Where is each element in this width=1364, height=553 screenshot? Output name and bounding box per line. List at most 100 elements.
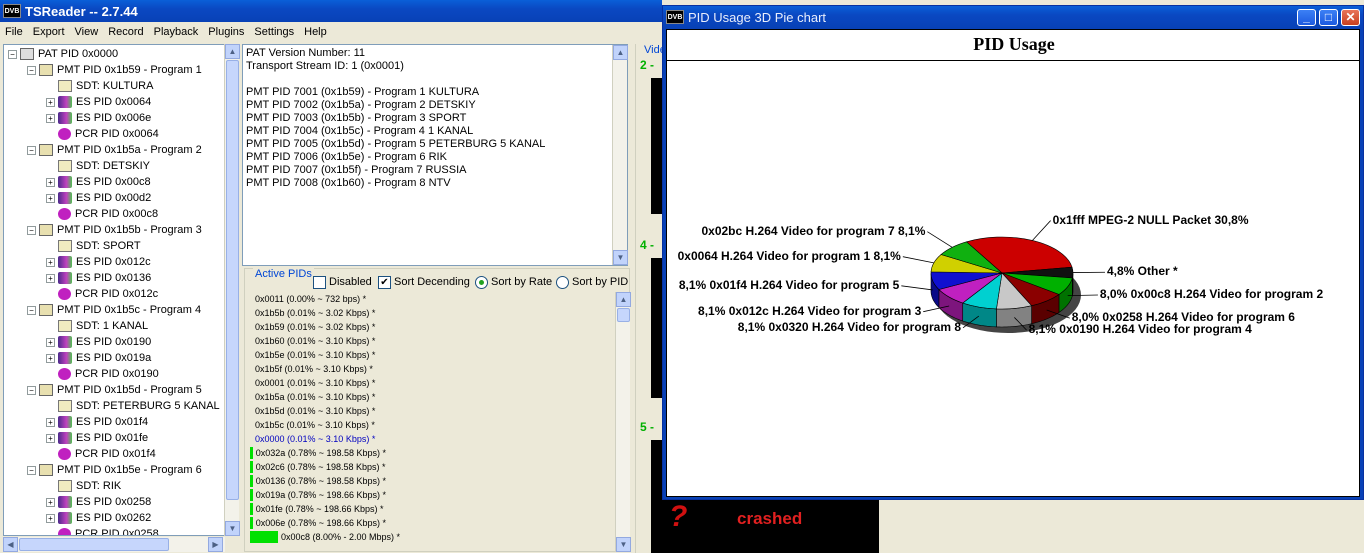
sort-by-pid-radio[interactable] [556, 275, 569, 289]
pid-row[interactable]: 0x1b5a (0.01% ~ 3.10 Kbps) * [250, 390, 375, 404]
menu-view[interactable]: View [70, 26, 104, 38]
collapse-icon[interactable]: − [27, 305, 36, 315]
expand-icon[interactable]: + [46, 353, 55, 363]
expand-icon[interactable]: + [46, 193, 55, 203]
tree-item[interactable]: + ES PID 0x01fe [46, 430, 148, 446]
menu-file[interactable]: File [0, 26, 28, 38]
pie-chart-window[interactable]: DVB PID Usage 3D Pie chart _ □ ✕ PID Usa… [662, 5, 1364, 500]
tree-item[interactable]: − PAT PID 0x0000 [8, 46, 118, 62]
pid-row[interactable]: 0x019a (0.78% ~ 198.66 Kbps) * [250, 488, 386, 502]
tree-item[interactable]: − PMT PID 0x1b5d - Program 5 [27, 382, 202, 398]
collapse-icon[interactable]: − [27, 145, 36, 155]
tree-item[interactable]: PCR PID 0x012c [46, 286, 158, 302]
sort-by-rate-radio[interactable] [475, 275, 488, 289]
collapse-icon[interactable]: − [27, 465, 36, 475]
tree-item[interactable]: + ES PID 0x0262 [46, 510, 151, 526]
menu-playback[interactable]: Playback [149, 26, 204, 38]
minimize-button[interactable]: _ [1297, 9, 1316, 26]
active-pids-list[interactable]: 0x0011 (0.00% ~ 732 bps) * 0x1b5b (0.01% … [250, 292, 616, 544]
scroll-up-icon[interactable]: ▲ [613, 45, 628, 60]
disabled-option[interactable]: Disabled [313, 274, 372, 290]
scroll-right-icon[interactable]: ▶ [208, 537, 223, 552]
scroll-thumb[interactable] [617, 308, 630, 322]
pid-row[interactable]: 0x1b5c (0.01% ~ 3.10 Kbps) * [250, 418, 375, 432]
scroll-up-icon[interactable]: ▲ [225, 44, 240, 59]
tree-item[interactable]: − PMT PID 0x1b5b - Program 3 [27, 222, 202, 238]
disabled-checkbox[interactable] [313, 275, 326, 289]
tree-item[interactable]: PCR PID 0x01f4 [46, 446, 156, 462]
menu-help[interactable]: Help [299, 26, 332, 38]
pid-row[interactable]: 0x1b59 (0.01% ~ 3.02 Kbps) * [250, 320, 375, 334]
pid-row[interactable]: 0x0000 (0.01% ~ 3.10 Kbps) * [250, 432, 375, 446]
expand-icon[interactable]: + [46, 257, 55, 267]
tree-item[interactable]: − PMT PID 0x1b5c - Program 4 [27, 302, 201, 318]
sort-desc-option[interactable]: ✔ Sort Decending [378, 274, 470, 290]
pid-row[interactable]: 0x1b5b (0.01% ~ 3.02 Kbps) * [250, 306, 375, 320]
pid-row[interactable]: 0x00c8 (8.00% - 2.00 Mbps) * [250, 530, 400, 544]
scroll-down-icon[interactable]: ▼ [616, 537, 631, 552]
tree-item[interactable]: SDT: DETSKIY [46, 158, 150, 174]
scroll-left-icon[interactable]: ◀ [3, 537, 18, 552]
tree-item[interactable]: PCR PID 0x00c8 [46, 206, 158, 222]
tree-item[interactable]: + ES PID 0x01f4 [46, 414, 148, 430]
scroll-down-icon[interactable]: ▼ [613, 250, 628, 265]
close-button[interactable]: ✕ [1341, 9, 1360, 26]
collapse-icon[interactable]: − [27, 225, 36, 235]
tree-vertical-scrollbar[interactable]: ▲ ▼ [224, 44, 240, 536]
menu-record[interactable]: Record [103, 26, 148, 38]
tree-item[interactable]: + ES PID 0x0136 [46, 270, 151, 286]
pat-info-box[interactable]: PAT Version Number: 11 Transport Stream I… [242, 44, 628, 266]
pid-row[interactable]: 0x0136 (0.78% ~ 198.58 Kbps) * [250, 474, 386, 488]
tree-item[interactable]: + ES PID 0x00d2 [46, 190, 151, 206]
tree-item[interactable]: PCR PID 0x0064 [46, 126, 159, 142]
expand-icon[interactable]: + [46, 337, 55, 347]
pids-vertical-scrollbar[interactable]: ▲ ▼ [615, 292, 631, 552]
tree-item[interactable]: SDT: SPORT [46, 238, 141, 254]
expand-icon[interactable]: + [46, 97, 55, 107]
sort-by-rate-option[interactable]: Sort by Rate [475, 274, 552, 290]
pid-row[interactable]: 0x1b60 (0.01% ~ 3.10 Kbps) * [250, 334, 375, 348]
tree-item[interactable]: + ES PID 0x006e [46, 110, 151, 126]
tree-item[interactable]: + ES PID 0x0190 [46, 334, 151, 350]
scroll-up-icon[interactable]: ▲ [616, 292, 631, 307]
sort-by-pid-option[interactable]: Sort by PID [556, 274, 628, 290]
collapse-icon[interactable]: − [8, 49, 17, 59]
pid-row[interactable]: 0x032a (0.78% ~ 198.58 Kbps) * [250, 446, 386, 460]
collapse-icon[interactable]: − [27, 385, 36, 395]
menu-settings[interactable]: Settings [249, 26, 299, 38]
tree-horizontal-scrollbar[interactable]: ◀ ▶ [3, 537, 225, 552]
collapse-icon[interactable]: − [27, 65, 36, 75]
tree-item[interactable]: SDT: 1 KANAL [46, 318, 148, 334]
pid-tree[interactable]: − PAT PID 0x0000− PMT PID 0x1b59 - Program… [3, 44, 225, 536]
scroll-down-icon[interactable]: ▼ [225, 521, 240, 536]
expand-icon[interactable]: + [46, 513, 55, 523]
sort-desc-checkbox[interactable]: ✔ [378, 275, 391, 289]
expand-icon[interactable]: + [46, 113, 55, 123]
tree-item[interactable]: SDT: PETERBURG 5 KANAL [46, 398, 220, 414]
tree-item[interactable]: + ES PID 0x00c8 [46, 174, 151, 190]
pid-row[interactable]: 0x0011 (0.00% ~ 732 bps) * [250, 292, 366, 306]
pid-row[interactable]: 0x01fe (0.78% ~ 198.66 Kbps) * [250, 502, 384, 516]
expand-icon[interactable]: + [46, 433, 55, 443]
tree-item[interactable]: + ES PID 0x0064 [46, 94, 151, 110]
scroll-thumb[interactable] [226, 60, 239, 500]
hscroll-thumb[interactable] [19, 538, 169, 551]
tree-item[interactable]: + ES PID 0x0258 [46, 494, 151, 510]
pie-window-titlebar[interactable]: DVB PID Usage 3D Pie chart [663, 6, 1363, 28]
tree-item[interactable]: + ES PID 0x012c [46, 254, 151, 270]
menu-export[interactable]: Export [28, 26, 70, 38]
expand-icon[interactable]: + [46, 497, 55, 507]
tree-item[interactable]: + ES PID 0x019a [46, 350, 151, 366]
expand-icon[interactable]: + [46, 177, 55, 187]
pid-row[interactable]: 0x1b5d (0.01% ~ 3.10 Kbps) * [250, 404, 375, 418]
tree-item[interactable]: PCR PID 0x0190 [46, 366, 159, 382]
pid-row[interactable]: 0x1b5f (0.01% ~ 3.10 Kbps) * [250, 362, 373, 376]
maximize-button[interactable]: □ [1319, 9, 1338, 26]
tree-item[interactable]: − PMT PID 0x1b59 - Program 1 [27, 62, 202, 78]
pid-row[interactable]: 0x02c6 (0.78% ~ 198.58 Kbps) * [250, 460, 386, 474]
pid-row[interactable]: 0x1b5e (0.01% ~ 3.10 Kbps) * [250, 348, 375, 362]
pid-row[interactable]: 0x006e (0.78% ~ 198.66 Kbps) * [250, 516, 386, 530]
info-vertical-scrollbar[interactable]: ▲ ▼ [612, 45, 628, 265]
tree-item[interactable]: − PMT PID 0x1b5e - Program 6 [27, 462, 202, 478]
tree-item[interactable]: SDT: KULTURA [46, 78, 153, 94]
